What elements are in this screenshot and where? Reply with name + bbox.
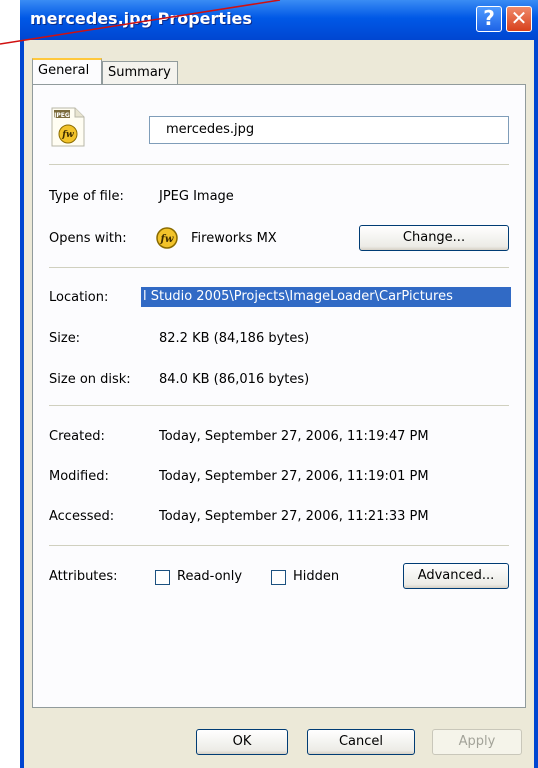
apply-button[interactable]: Apply xyxy=(432,729,522,755)
window-border-right xyxy=(534,40,538,768)
jpeg-badge-text: JPEG xyxy=(53,112,70,119)
readonly-label: Read-only xyxy=(177,569,243,584)
fireworks-icon-text: fw xyxy=(160,234,174,245)
location-value[interactable]: l Studio 2005\Projects\ImageLoader\CarPi… xyxy=(141,287,511,307)
tab-summary[interactable]: Summary xyxy=(102,61,178,85)
created-value: Today, September 27, 2006, 11:19:47 PM xyxy=(159,429,429,444)
separator xyxy=(49,164,509,165)
general-panel: JPEG fw mercedes.jpg Type of file: JPEG … xyxy=(32,84,526,708)
location-label: Location: xyxy=(49,290,109,305)
change-button[interactable]: Change... xyxy=(359,225,509,251)
tab-general-label: General xyxy=(38,63,90,78)
cancel-button[interactable]: Cancel xyxy=(307,729,415,755)
separator xyxy=(49,545,509,546)
annotation-line xyxy=(0,0,281,45)
filename-field[interactable]: mercedes.jpg xyxy=(149,116,509,144)
separator xyxy=(49,405,509,406)
fireworks-icon: fw xyxy=(156,227,178,249)
opens-with-label: Opens with: xyxy=(49,231,127,246)
attributes-label: Attributes: xyxy=(49,569,118,584)
opens-with-value: Fireworks MX xyxy=(191,231,277,246)
hidden-checkbox[interactable] xyxy=(271,570,286,585)
modified-label: Modified: xyxy=(49,469,109,484)
hidden-label: Hidden xyxy=(293,569,340,584)
type-value: JPEG Image xyxy=(159,189,234,204)
tab-summary-label: Summary xyxy=(108,65,171,80)
size-on-disk-label: Size on disk: xyxy=(49,372,131,387)
properties-dialog: mercedes.jpg Properties ? ✕ General Summ… xyxy=(20,0,538,768)
separator xyxy=(49,267,509,268)
filename-text: mercedes.jpg xyxy=(166,122,255,137)
window-border-left xyxy=(20,40,24,768)
readonly-checkbox[interactable] xyxy=(155,570,170,585)
type-label: Type of file: xyxy=(49,189,124,204)
fireworks-logo-text: fw xyxy=(61,130,74,140)
jpeg-file-icon: JPEG fw xyxy=(51,107,85,147)
size-label: Size: xyxy=(49,331,81,346)
created-label: Created: xyxy=(49,429,105,444)
tab-general[interactable]: General xyxy=(32,58,102,84)
accessed-label: Accessed: xyxy=(49,509,115,524)
size-value: 82.2 KB (84,186 bytes) xyxy=(159,331,310,346)
advanced-button[interactable]: Advanced... xyxy=(403,563,509,589)
ok-button[interactable]: OK xyxy=(196,729,288,755)
size-on-disk-value: 84.0 KB (86,016 bytes) xyxy=(159,372,310,387)
accessed-value: Today, September 27, 2006, 11:21:33 PM xyxy=(159,509,429,524)
modified-value: Today, September 27, 2006, 11:19:01 PM xyxy=(159,469,429,484)
